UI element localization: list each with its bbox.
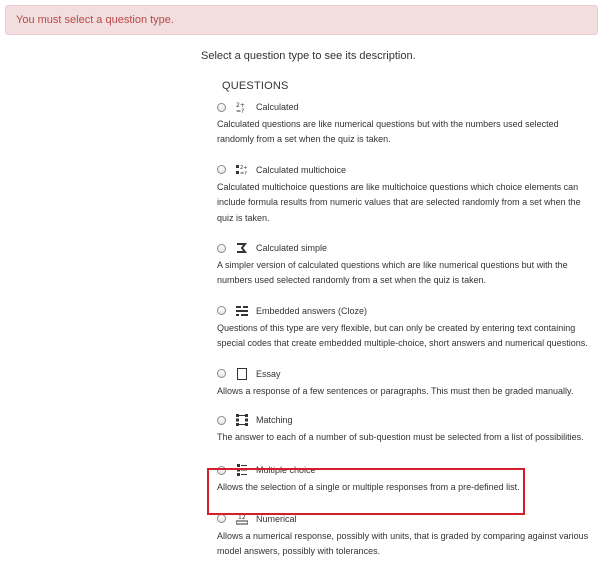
question-type-description: Questions of this type are very flexible… bbox=[217, 322, 588, 349]
question-type-name: Multiple choice bbox=[256, 465, 316, 476]
question-type-description: Allows a numerical response, possibly wi… bbox=[217, 530, 589, 557]
error-alert-text: You must select a question type. bbox=[16, 14, 174, 26]
radio-calculated-simple[interactable] bbox=[217, 243, 226, 253]
instruction-text: Select a question type to see its descri… bbox=[201, 50, 416, 62]
question-type-name: Matching bbox=[256, 415, 293, 426]
radio-calculated[interactable] bbox=[217, 102, 226, 112]
calculated-simple-icon bbox=[236, 242, 248, 254]
section-title-questions: QUESTIONS bbox=[222, 80, 289, 92]
question-type-description: The answer to each of a number of sub-qu… bbox=[217, 432, 584, 443]
question-type-name: Essay bbox=[256, 368, 281, 379]
question-type-essay: Essay Allows a response of a few sentenc… bbox=[217, 367, 592, 399]
multiple-choice-icon bbox=[236, 464, 248, 477]
radio-multiple-choice[interactable] bbox=[217, 465, 226, 475]
error-alert: You must select a question type. bbox=[5, 5, 598, 35]
question-type-name: Embedded answers (Cloze) bbox=[256, 305, 368, 316]
question-type-numerical: 12 Numerical Allows a numerical response… bbox=[217, 512, 592, 560]
essay-icon bbox=[236, 367, 248, 380]
question-type-description: Calculated questions are like numerical … bbox=[217, 119, 559, 145]
calculated-multichoice-icon: 2+ =? bbox=[236, 164, 248, 176]
question-type-description: A simpler version of calculated question… bbox=[217, 260, 568, 286]
question-type-multiple-choice: Multiple choice Allows the selection of … bbox=[217, 463, 592, 495]
radio-calculated-multichoice[interactable] bbox=[217, 165, 226, 175]
question-type-calculated: 2+ =? Calculated Calculated questions are… bbox=[217, 100, 592, 148]
question-type-name: Calculated bbox=[256, 102, 299, 112]
question-type-calculated-multichoice: 2+ =? Calculated multichoice Calculated m… bbox=[217, 163, 592, 226]
question-type-name: Numerical bbox=[256, 513, 297, 524]
svg-text:12: 12 bbox=[238, 514, 246, 521]
svg-text:=?: =? bbox=[240, 171, 247, 176]
question-type-matching: Matching The answer to each of a number … bbox=[217, 413, 592, 445]
radio-matching[interactable] bbox=[217, 415, 226, 425]
question-type-name: Calculated multichoice bbox=[256, 164, 347, 175]
svg-text:=?: =? bbox=[236, 108, 244, 113]
question-type-description: Allows the selection of a single or mult… bbox=[217, 482, 520, 493]
question-type-name: Calculated simple bbox=[256, 243, 328, 254]
cloze-icon bbox=[236, 305, 248, 317]
calculated-icon: 2+ =? bbox=[236, 101, 248, 113]
radio-essay[interactable] bbox=[217, 369, 226, 379]
question-type-description: Calculated multichoice questions are lik… bbox=[217, 181, 581, 223]
radio-cloze[interactable] bbox=[217, 306, 226, 316]
radio-numerical[interactable] bbox=[217, 514, 226, 524]
question-type-cloze: Embedded answers (Cloze) Questions of th… bbox=[217, 304, 592, 352]
matching-icon bbox=[236, 414, 248, 427]
question-type-list: 2+ =? Calculated Calculated questions are… bbox=[217, 100, 592, 560]
question-type-calculated-simple: Calculated simple A simpler version of c… bbox=[217, 241, 592, 289]
numerical-icon: 12 bbox=[236, 513, 248, 525]
question-type-description: Allows a response of a few sentences or … bbox=[217, 385, 574, 396]
